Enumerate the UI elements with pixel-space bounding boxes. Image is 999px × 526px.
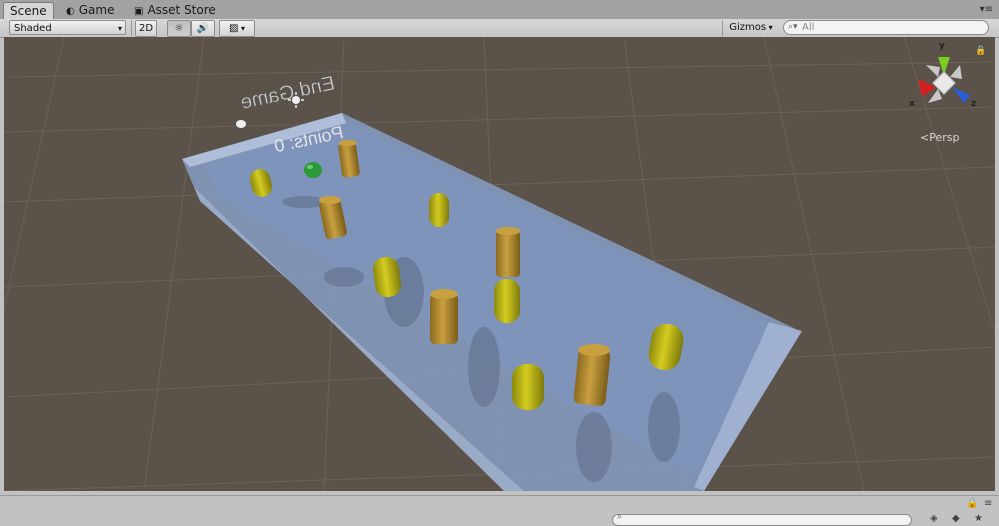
scene-lighting-button[interactable]: ☼ [167,20,191,37]
tab-scene[interactable]: Scene [3,2,54,20]
chevron-down-icon: ▾ [117,24,122,33]
scene-viewport[interactable]: End Game Points: 0 y x z 🔒 <Persp [4,37,995,491]
search-icon: ⌕ [617,512,623,522]
gizmo-z-arrow [952,87,970,103]
filter-icon[interactable]: ◈ [930,513,938,524]
scene-canvas[interactable]: End Game Points: 0 [4,37,995,491]
toggle-2d-button[interactable]: 2D [135,20,157,37]
scene-effects-dropdown[interactable]: ▨ ▾ [219,20,255,37]
project-search-input[interactable]: ⌕ [612,512,912,526]
camera-icon[interactable] [236,120,246,128]
board [182,113,802,491]
scene-audio-button[interactable]: 🔊 [191,20,215,37]
green-ball [304,162,322,178]
bottle [494,279,520,323]
bottle [430,289,458,344]
tab-asset-store-label: Asset Store [147,3,216,17]
tab-game[interactable]: ◐ Game [60,2,120,19]
lock-icon[interactable]: 🔒 [966,498,978,509]
end-game-text: End Game [239,72,337,113]
toolbar-separator [131,20,132,36]
bottom-panel: 🔒 ≡ ⌕ ◈ ◆ ★ [0,495,999,526]
gizmos-label: Gizmos [729,22,767,33]
shading-mode-label: Shaded [14,23,52,34]
bottle [496,227,520,277]
search-placeholder: All [802,22,815,33]
search-icon: ⌕▾ [788,22,798,32]
game-controller-icon: ◐ [66,6,75,17]
shading-mode-dropdown[interactable]: Shaded ▾ [9,20,126,35]
gizmos-dropdown[interactable]: Gizmos ▾ [726,20,776,35]
gizmo-x-label: x [909,99,915,109]
toggle-2d-label: 2D [138,23,154,34]
scene-search-input[interactable]: ⌕▾ All [783,20,989,35]
panel-menu-icon[interactable]: ▾≡ [980,4,993,15]
chevron-down-icon: ▾ [238,24,245,33]
bottle [429,193,449,227]
chevron-left-icon: < [920,131,930,144]
gizmo-z-label: z [971,99,977,109]
tab-asset-store[interactable]: ▣ Asset Store [128,2,222,19]
sun-icon: ☼ [174,23,184,34]
bottle [512,364,544,410]
projection-label: Persp [929,131,960,144]
tab-game-label: Game [78,3,115,17]
star-icon[interactable]: ★ [974,513,983,524]
speaker-icon: 🔊 [196,23,210,34]
orientation-gizmo[interactable] [918,57,970,103]
shopping-bag-icon: ▣ [134,6,144,17]
lock-icon[interactable]: 🔒 [975,46,986,56]
end-game-label[interactable]: End Game [239,72,337,114]
label-icon[interactable]: ◆ [952,513,960,524]
chevron-down-icon: ▾ [766,23,773,32]
tab-scene-label: Scene [10,4,47,18]
bottle [573,344,611,406]
panel-menu-icon[interactable]: ≡ [984,498,992,509]
tab-bar: Scene ◐ Game ▣ Asset Store ▾≡ [0,0,999,20]
toolbar-separator [722,20,723,36]
scene-toolbar: Shaded ▾ 2D ☼ 🔊 ▨ ▾ Gizmos ▾ ⌕▾ All [0,19,999,38]
projection-toggle[interactable]: <Persp [920,131,959,144]
gizmo-y-label: y [939,41,945,51]
